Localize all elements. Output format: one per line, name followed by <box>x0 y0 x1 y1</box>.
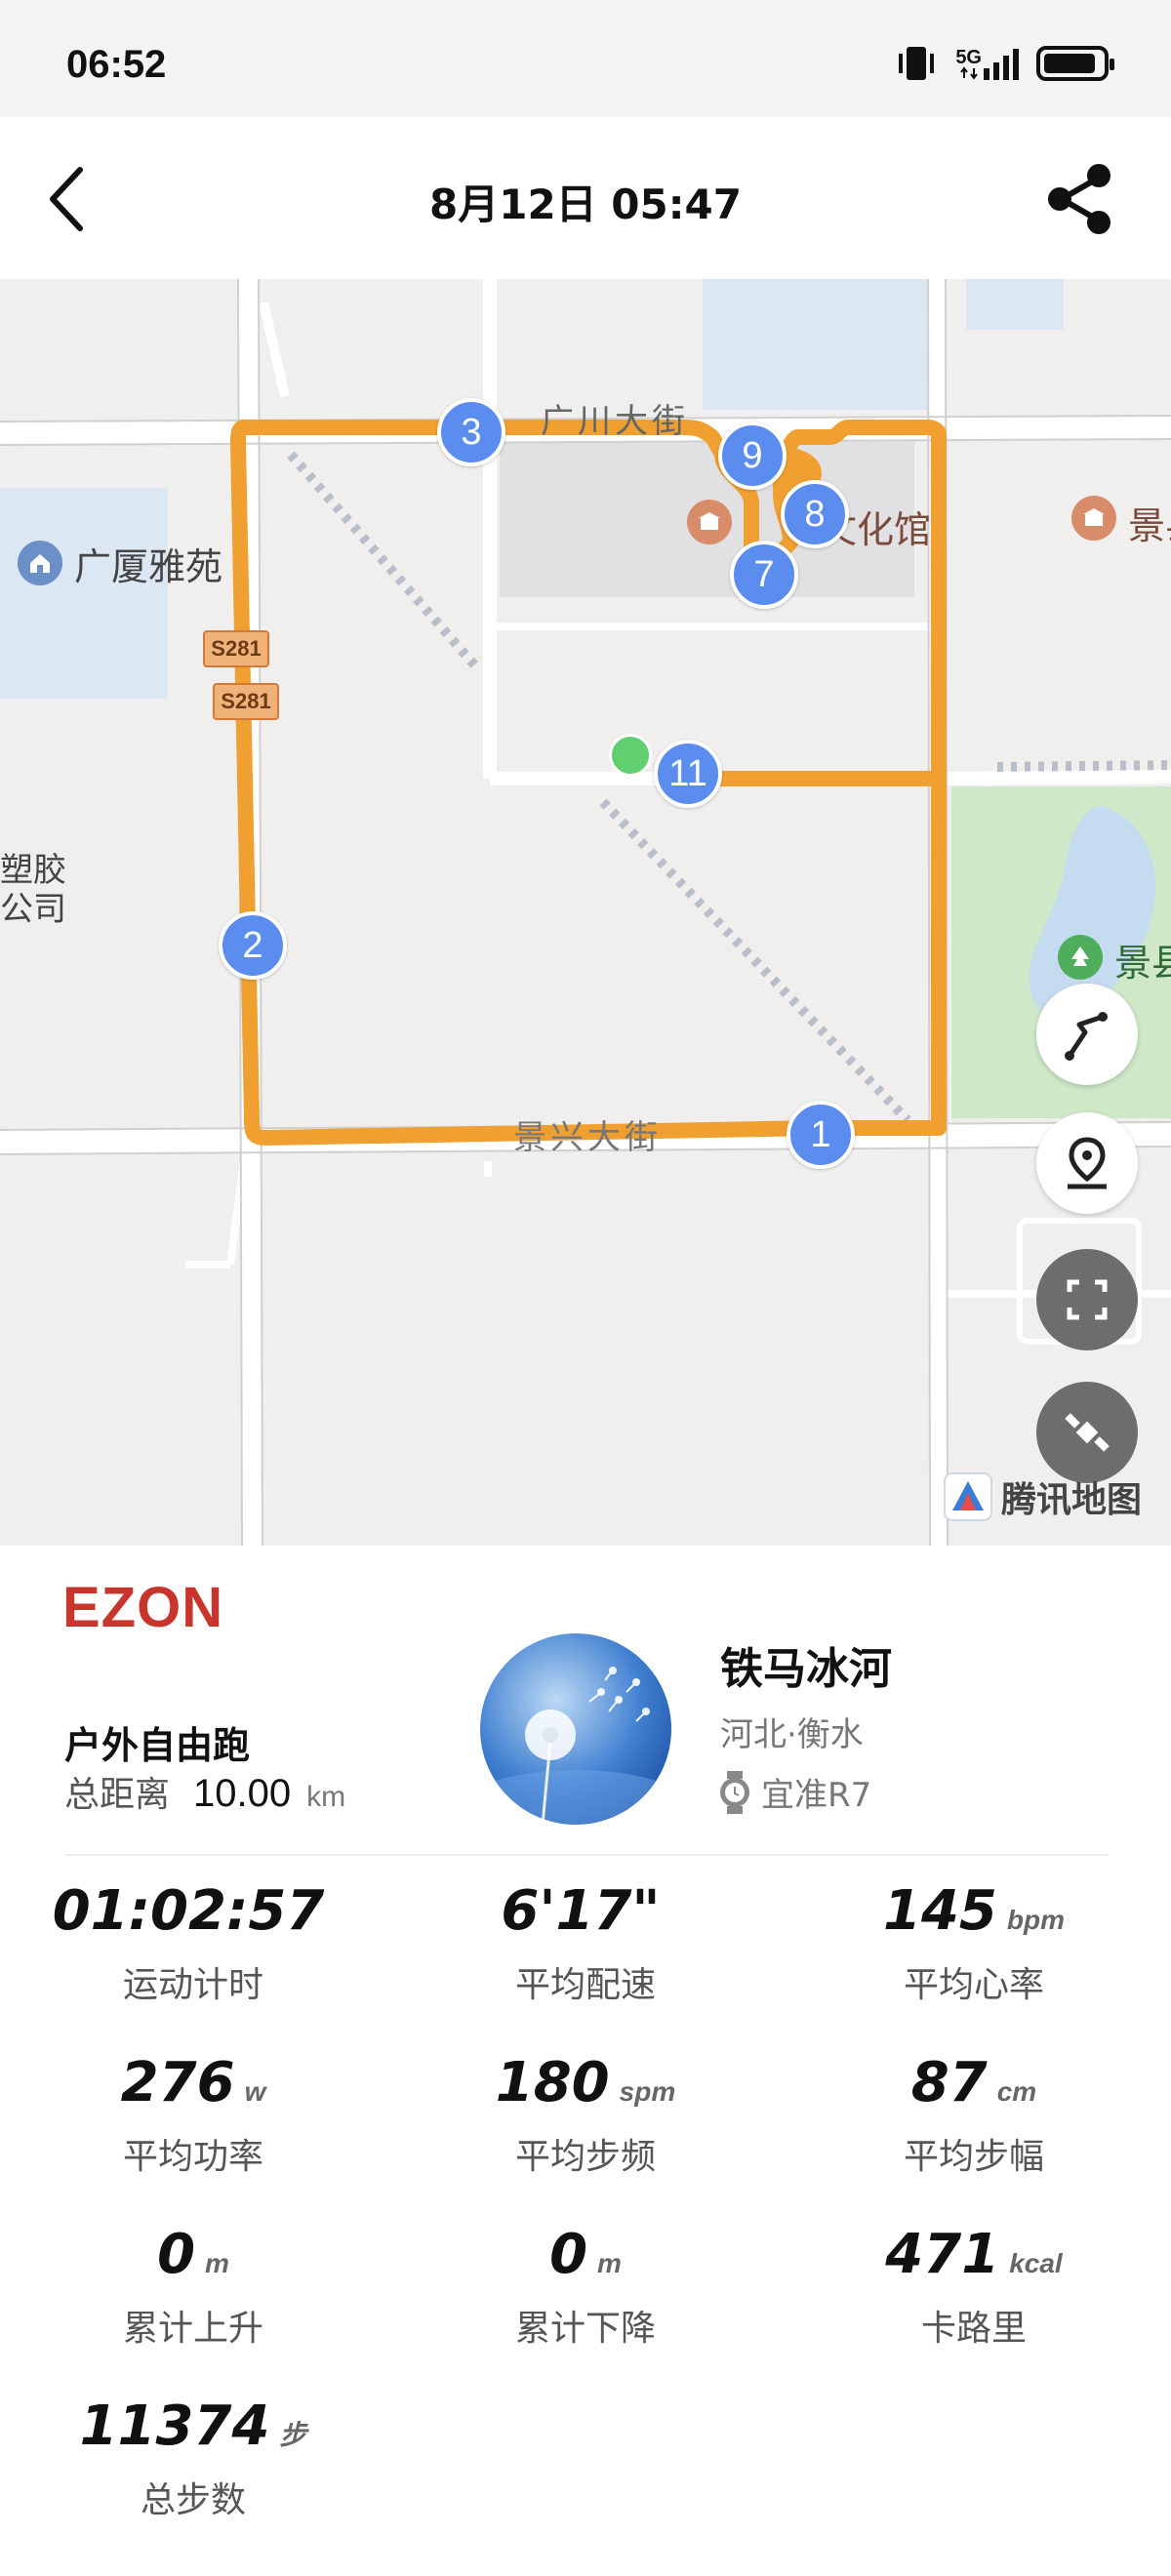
stat-label: 平均心率 <box>903 1965 1044 2005</box>
expand-icon <box>1067 1279 1108 1320</box>
stat-duration: 01:02:57 运动计时 <box>27 1879 359 2007</box>
km-marker[interactable]: 11 <box>654 740 722 808</box>
fullscreen-button[interactable] <box>1036 1249 1138 1350</box>
distance-row: 总距离 10.00 km <box>64 1766 345 1817</box>
battery-icon <box>1036 46 1114 81</box>
stat-label: 运动计时 <box>122 1965 263 2005</box>
user-location: 河北·衡水 <box>720 1715 864 1754</box>
stat-pace: 6'17" 平均配速 <box>420 1879 751 2007</box>
data-arrows-icon <box>959 66 978 80</box>
stat-unit: w <box>244 2076 266 2107</box>
divider <box>64 1854 1109 1856</box>
stat-stride: 87 cm 平均步幅 <box>808 2051 1140 2179</box>
network-label: 5G <box>955 47 982 68</box>
status-icons: 5G <box>895 45 1114 82</box>
activity-summary: EZON 户外自由跑 总距离 10.00 km 铁马冰河 河北·衡水 宜准R7 … <box>0 1546 1171 2576</box>
museum-poi-icon-right <box>1071 496 1116 541</box>
stat-power: 276 w 平均功率 <box>27 2051 359 2179</box>
share-button[interactable] <box>1040 160 1118 238</box>
stat-value: 01:02:57 <box>52 1879 325 1943</box>
stat-label: 累计下降 <box>514 2309 656 2349</box>
street-label-bottom: 景兴大街 <box>513 1118 662 1157</box>
signal-icon <box>984 47 1019 80</box>
satellite-button[interactable] <box>1036 1382 1138 1483</box>
stat-value: 11374 <box>79 2395 270 2458</box>
route-playback-button[interactable] <box>1036 984 1138 1085</box>
page-title: 8月12日 05:47 <box>429 181 742 228</box>
stat-unit: m <box>205 2248 229 2278</box>
stat-unit: m <box>597 2248 622 2278</box>
residential-poi-icon <box>18 541 62 585</box>
dandelion-avatar-image <box>480 1633 671 1825</box>
park-poi-icon <box>1058 935 1103 980</box>
route-start-dot <box>609 734 652 777</box>
stat-label: 平均功率 <box>122 2137 263 2177</box>
stat-value: 276 <box>120 2051 235 2114</box>
street-label-top: 广川大街 <box>541 402 689 441</box>
poi-label-yasha: 广厦雅苑 <box>74 545 223 588</box>
road-badge: S281 <box>213 683 279 720</box>
stat-unit: 步 <box>279 2420 307 2450</box>
device-name: 宜准R7 <box>761 1776 872 1815</box>
distance-label: 总距离 <box>64 1775 171 1815</box>
map-provider-logo: 腾讯地图 <box>943 1471 1142 1522</box>
status-bar: 06:52 5G <box>0 0 1171 117</box>
vibrate-icon <box>899 47 935 80</box>
stat-unit: kcal <box>1009 2248 1063 2278</box>
stat-heart-rate: 145 bpm 平均心率 <box>808 1879 1140 2007</box>
network-indicator: 5G <box>955 47 1019 80</box>
stat-cadence: 180 spm 平均步频 <box>420 2051 751 2179</box>
stat-label: 卡路里 <box>920 2309 1027 2349</box>
stat-label: 总步数 <box>140 2480 246 2520</box>
stat-value: 0 <box>549 2223 588 2286</box>
route-map[interactable]: 广川大街 景兴大街 广厦雅苑 塑胶 公司 文化馆 景县 景县 S281 S281… <box>0 279 1171 1546</box>
km-marker[interactable]: 7 <box>730 541 798 609</box>
stat-label: 平均步频 <box>514 2137 656 2177</box>
museum-poi-icon <box>687 500 732 544</box>
distance-value: 10.00 <box>193 1772 292 1815</box>
stat-label: 累计上升 <box>122 2309 263 2349</box>
map-base <box>0 279 1171 1546</box>
route-playback-icon <box>1065 1012 1108 1061</box>
km-marker[interactable]: 2 <box>219 911 287 980</box>
stat-calories: 471 kcal 卡路里 <box>808 2223 1140 2351</box>
km-marker[interactable]: 3 <box>437 398 505 466</box>
share-icon <box>1048 164 1110 234</box>
locate-button[interactable] <box>1036 1112 1138 1214</box>
km-marker[interactable]: 9 <box>718 422 787 490</box>
map-provider-text: 腾讯地图 <box>1000 1480 1142 1520</box>
poi-label-plastic-2: 公司 <box>0 890 66 929</box>
brand-logo: EZON <box>62 1576 224 1639</box>
distance-unit: km <box>306 1781 346 1813</box>
activity-type: 户外自由跑 <box>64 1724 251 1767</box>
road-badge: S281 <box>203 630 269 667</box>
stat-value: 145 <box>882 1879 997 1943</box>
stat-value: 0 <box>157 2223 196 2286</box>
poi-label-right: 景县 <box>1128 504 1171 547</box>
status-time: 06:52 <box>66 43 167 86</box>
user-name: 铁马冰河 <box>720 1644 892 1694</box>
stat-value: 6'17" <box>501 1879 661 1943</box>
header: 8月12日 05:47 <box>0 117 1171 279</box>
stat-value: 471 <box>885 2223 1000 2286</box>
stat-label: 平均步幅 <box>903 2137 1044 2177</box>
satellite-icon <box>1065 1413 1110 1452</box>
poi-label-park: 景县 <box>1114 942 1171 985</box>
km-marker[interactable]: 8 <box>781 480 849 548</box>
stat-unit: cm <box>996 2076 1037 2107</box>
device-row: 宜准R7 <box>718 1768 871 1816</box>
stat-ascent: 0m 累计上升 <box>27 2223 359 2351</box>
tencent-map-icon <box>943 1472 992 1521</box>
stat-steps: 11374 步 总步数 <box>27 2395 359 2522</box>
stat-unit: spm <box>619 2076 676 2107</box>
stat-value: 180 <box>495 2051 610 2114</box>
stat-unit: bpm <box>1006 1905 1065 1935</box>
stat-descent: 0m 累计下降 <box>420 2223 751 2351</box>
stat-value: 87 <box>910 2051 988 2114</box>
stat-label: 平均配速 <box>514 1965 656 2005</box>
location-pin-icon <box>1068 1137 1107 1189</box>
watch-icon <box>720 1770 749 1814</box>
km-marker[interactable]: 1 <box>787 1101 855 1169</box>
avatar[interactable] <box>480 1633 671 1825</box>
